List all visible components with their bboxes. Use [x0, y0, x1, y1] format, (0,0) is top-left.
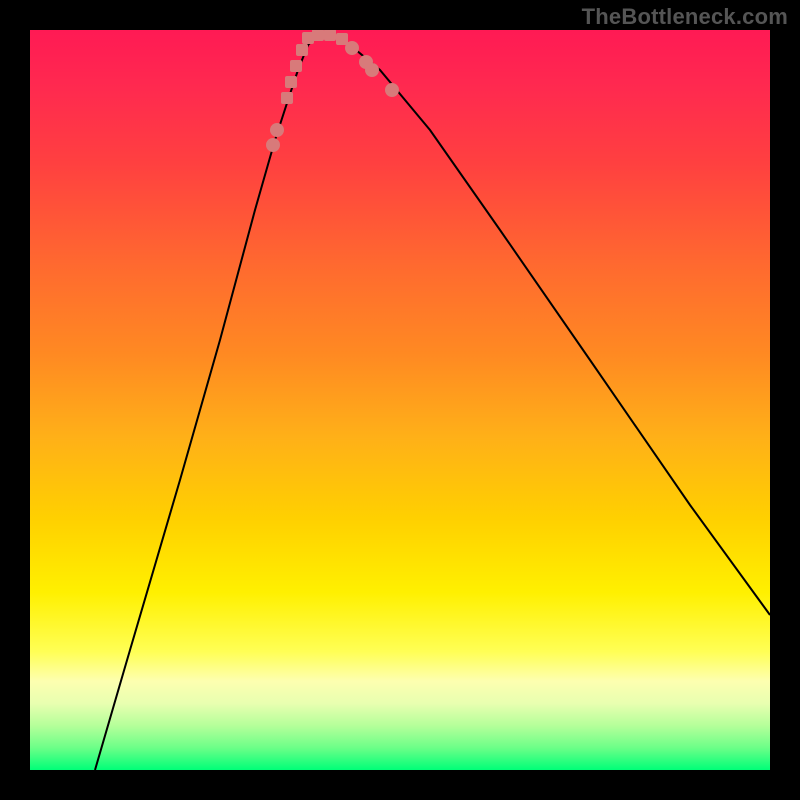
- curve-layer: [30, 30, 770, 770]
- markers: [266, 30, 399, 152]
- marker-square: [281, 92, 293, 104]
- marker-dot: [266, 138, 280, 152]
- marker-square: [324, 30, 336, 41]
- marker-square: [336, 33, 348, 45]
- chart-frame: TheBottleneck.com: [0, 0, 800, 800]
- plot-area: [30, 30, 770, 770]
- watermark-text: TheBottleneck.com: [582, 4, 788, 30]
- marker-dot: [365, 63, 379, 77]
- marker-square: [312, 30, 324, 41]
- marker-square: [290, 60, 302, 72]
- bottleneck-curve: [95, 35, 770, 770]
- marker-dot: [345, 41, 359, 55]
- marker-square: [285, 76, 297, 88]
- marker-square: [296, 44, 308, 56]
- marker-dot: [270, 123, 284, 137]
- marker-dot: [385, 83, 399, 97]
